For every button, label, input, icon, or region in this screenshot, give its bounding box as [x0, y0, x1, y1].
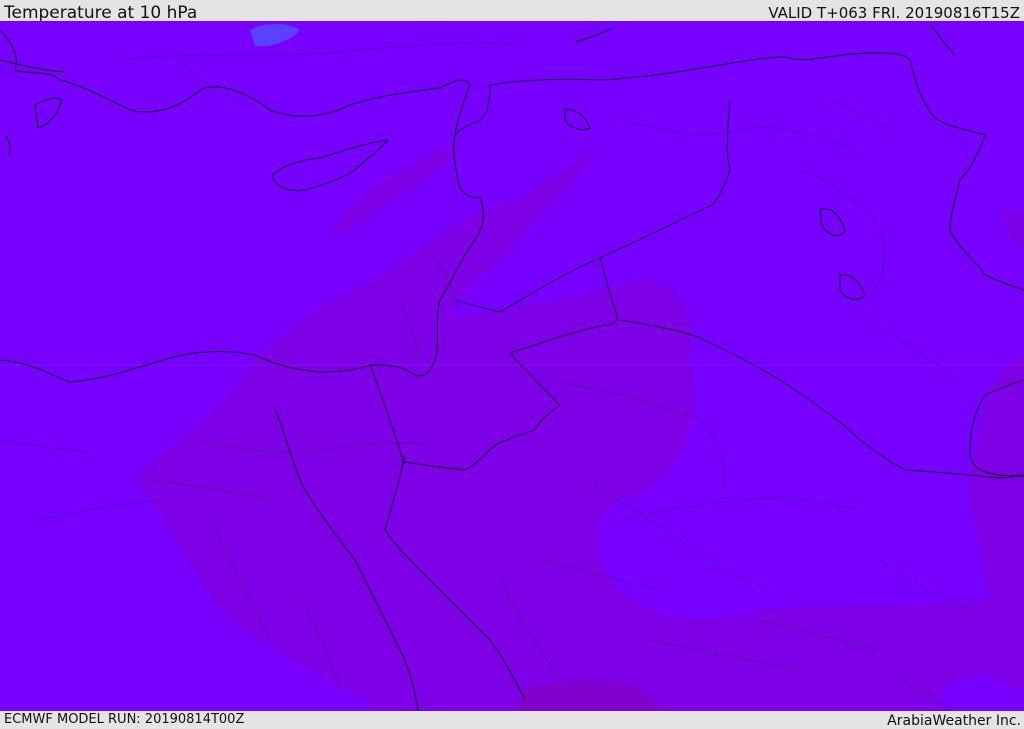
temperature-map	[0, 21, 1024, 711]
map-footer: ECMWF MODEL RUN: 20190814T00Z ArabiaWeat…	[0, 711, 1024, 729]
credit-label: ArabiaWeather Inc.	[887, 713, 1021, 729]
map-canvas	[0, 21, 1024, 711]
map-title: Temperature at 10 hPa	[4, 3, 198, 23]
map-header: Temperature at 10 hPa VALID T+063 FRI. 2…	[0, 0, 1024, 23]
model-run-label: ECMWF MODEL RUN: 20190814T00Z	[4, 712, 245, 727]
